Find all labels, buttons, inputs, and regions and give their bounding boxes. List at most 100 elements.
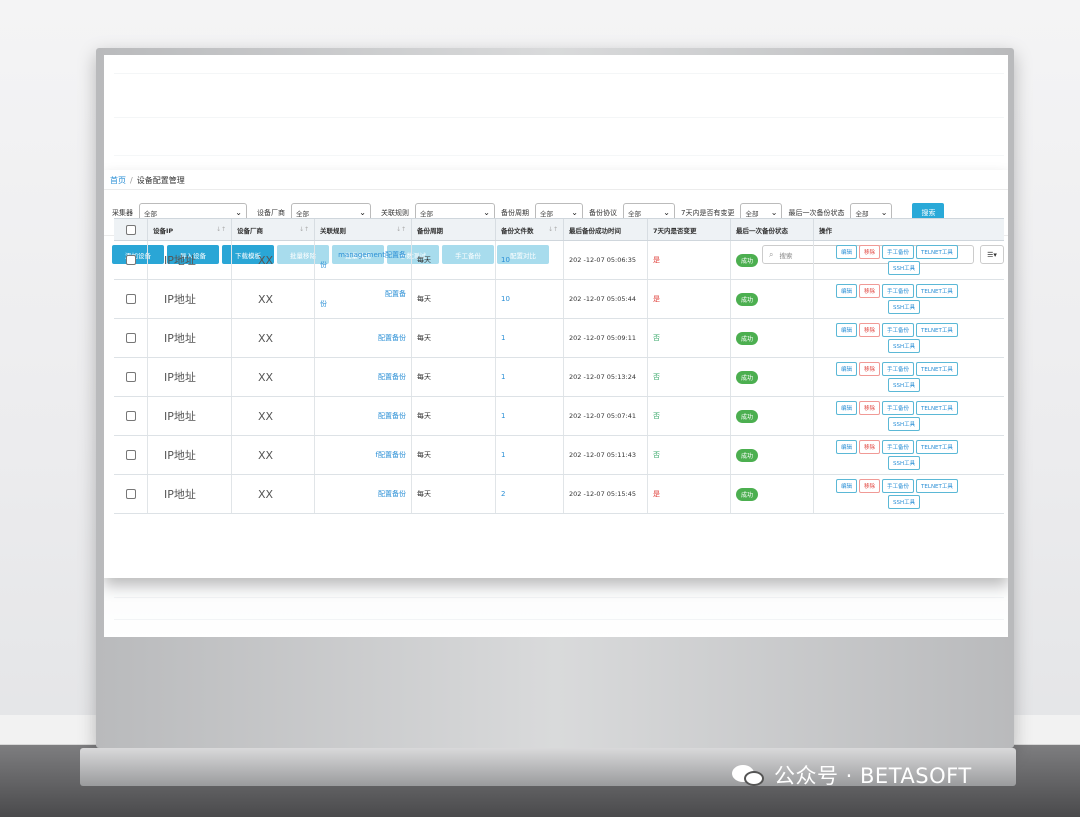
rule-link[interactable]: 配置备份 — [378, 333, 406, 343]
ssh-tool-button[interactable]: SSH工具 — [888, 261, 921, 275]
table-header: 设备IP ↓↑ 设备厂商 ↓↑ 关联规则 ↓↑ 备份周期 备份文件数 ↓↑ 最后备份成功… — [114, 219, 1004, 241]
remove-button[interactable]: 移除 — [859, 284, 881, 298]
backup-period: 每天 — [412, 319, 496, 357]
rule-cell[interactable]: 配置备份 — [315, 280, 412, 318]
rule-cell[interactable]: 配置备份 — [315, 475, 412, 513]
col-label: 操作 — [819, 226, 832, 235]
select-all-cell — [114, 219, 148, 240]
device-vendor: XX — [232, 397, 315, 435]
rule-link[interactable]: 配置备份 — [378, 489, 406, 499]
col-label: 最后备份成功时间 — [569, 226, 621, 235]
last-success-time: 202 -12-07 05:13:24 — [564, 358, 648, 396]
col-actions: 操作 — [814, 219, 1004, 240]
telnet-tool-button[interactable]: TELNET工具 — [916, 362, 958, 376]
rule-link[interactable]: management配置备 — [320, 250, 406, 260]
telnet-tool-button[interactable]: TELNET工具 — [916, 284, 958, 298]
manual-backup-row-button[interactable]: 手工备份 — [882, 401, 915, 415]
rule-link[interactable]: f配置备份 — [376, 450, 406, 460]
select-all-checkbox[interactable] — [125, 224, 136, 235]
row-checkbox[interactable] — [125, 372, 136, 382]
ssh-tool-button[interactable]: SSH工具 — [888, 495, 921, 509]
remove-button[interactable]: 移除 — [859, 440, 881, 454]
manual-backup-row-button[interactable]: 手工备份 — [882, 362, 915, 376]
file-count-link[interactable]: 1 — [496, 358, 564, 396]
rule-link-cont[interactable]: 份 — [320, 260, 406, 270]
manual-backup-row-button[interactable]: 手工备份 — [882, 284, 915, 298]
row-checkbox[interactable] — [125, 294, 136, 304]
actions-cell: 编辑 移除 手工备份 TELNET工具 SSH工具 — [814, 319, 1004, 357]
row-checkbox[interactable] — [125, 411, 136, 421]
file-count-link[interactable]: 2 — [496, 475, 564, 513]
rule-cell[interactable]: 配置备份 — [315, 358, 412, 396]
breadcrumb-current: 设备配置管理 — [136, 176, 185, 185]
table-row: IP地址 XX management配置备份每天 10 202 -12-07 05:06… — [114, 241, 1004, 280]
edit-button[interactable]: 编辑 — [836, 245, 858, 259]
telnet-tool-button[interactable]: TELNET工具 — [916, 401, 958, 415]
manual-backup-row-button[interactable]: 手工备份 — [882, 245, 915, 259]
breadcrumb-home-link[interactable]: 首页 — [110, 176, 126, 185]
rule-link[interactable]: 配置备份 — [378, 411, 406, 421]
col-rule[interactable]: 关联规则 ↓↑ — [315, 219, 412, 240]
file-count-link[interactable]: 1 — [496, 397, 564, 435]
table-row: IP地址 XX f配置备份 每天 1 202 -12-07 05:11:43 否成功 编辑 移除… — [114, 436, 1004, 475]
col-last-status: 最后一次备份状态 — [731, 219, 814, 240]
row-checkbox[interactable] — [125, 489, 136, 499]
chevron-down-icon: ⌄ — [483, 208, 490, 217]
ssh-tool-button[interactable]: SSH工具 — [888, 456, 921, 470]
edit-button[interactable]: 编辑 — [836, 362, 858, 376]
row-select-cell — [114, 475, 148, 513]
manual-backup-row-button[interactable]: 手工备份 — [882, 440, 915, 454]
file-count-link[interactable]: 1 — [496, 319, 564, 357]
remove-button[interactable]: 移除 — [859, 245, 881, 259]
remove-button[interactable]: 移除 — [859, 479, 881, 493]
ssh-tool-button[interactable]: SSH工具 — [888, 339, 921, 353]
edit-button[interactable]: 编辑 — [836, 479, 858, 493]
edit-button[interactable]: 编辑 — [836, 440, 858, 454]
chevron-down-icon: ⌄ — [235, 208, 242, 217]
remove-button[interactable]: 移除 — [859, 401, 881, 415]
edit-button[interactable]: 编辑 — [836, 284, 858, 298]
col-label: 备份文件数 — [501, 226, 534, 235]
changed-flag: 否 — [648, 436, 731, 474]
manual-backup-row-button[interactable]: 手工备份 — [882, 323, 915, 337]
chevron-down-icon: ⌄ — [770, 208, 778, 217]
rule-cell[interactable]: f配置备份 — [315, 436, 412, 474]
telnet-tool-button[interactable]: TELNET工具 — [916, 245, 958, 259]
remove-button[interactable]: 移除 — [859, 323, 881, 337]
row-checkbox[interactable] — [125, 255, 136, 265]
col-last-success-time: 最后备份成功时间 — [564, 219, 648, 240]
remove-button[interactable]: 移除 — [859, 362, 881, 376]
rule-link[interactable]: 配置备份 — [378, 372, 406, 382]
status-badge: 成功 — [736, 292, 759, 306]
telnet-tool-button[interactable]: TELNET工具 — [916, 323, 958, 337]
telnet-tool-button[interactable]: TELNET工具 — [916, 479, 958, 493]
last-success-time: 202 -12-07 05:06:35 — [564, 241, 648, 279]
backup-period: 每天 — [412, 241, 496, 279]
edit-button[interactable]: 编辑 — [836, 323, 858, 337]
rule-cell[interactable]: 配置备份 — [315, 397, 412, 435]
file-count-link[interactable]: 1 — [496, 436, 564, 474]
rule-cell[interactable]: 配置备份 — [315, 319, 412, 357]
status-cell: 成功 — [731, 397, 814, 435]
row-select-cell — [114, 241, 148, 279]
device-vendor: XX — [232, 436, 315, 474]
row-checkbox[interactable] — [125, 450, 136, 460]
col-vendor[interactable]: 设备厂商 ↓↑ — [232, 219, 315, 240]
ssh-tool-button[interactable]: SSH工具 — [888, 378, 921, 392]
rule-cell[interactable]: management配置备份 — [315, 241, 412, 279]
backup-period: 每天 — [412, 397, 496, 435]
table-row: IP地址 XX 配置备份 每天 2 202 -12-07 05:15:45 是成功 编辑 移除手… — [114, 475, 1004, 514]
rule-link[interactable]: 配置备 — [320, 289, 406, 299]
edit-button[interactable]: 编辑 — [836, 401, 858, 415]
manual-backup-row-button[interactable]: 手工备份 — [882, 479, 915, 493]
file-count-link[interactable]: 10 — [496, 241, 564, 279]
rule-link-cont[interactable]: 份 — [320, 299, 406, 309]
status-badge: 成功 — [736, 253, 759, 267]
file-count-link[interactable]: 10 — [496, 280, 564, 318]
row-checkbox[interactable] — [125, 333, 136, 343]
telnet-tool-button[interactable]: TELNET工具 — [916, 440, 958, 454]
ssh-tool-button[interactable]: SSH工具 — [888, 417, 921, 431]
col-file-count[interactable]: 备份文件数 ↓↑ — [496, 219, 564, 240]
ssh-tool-button[interactable]: SSH工具 — [888, 300, 921, 314]
col-device-ip[interactable]: 设备IP ↓↑ — [148, 219, 232, 240]
